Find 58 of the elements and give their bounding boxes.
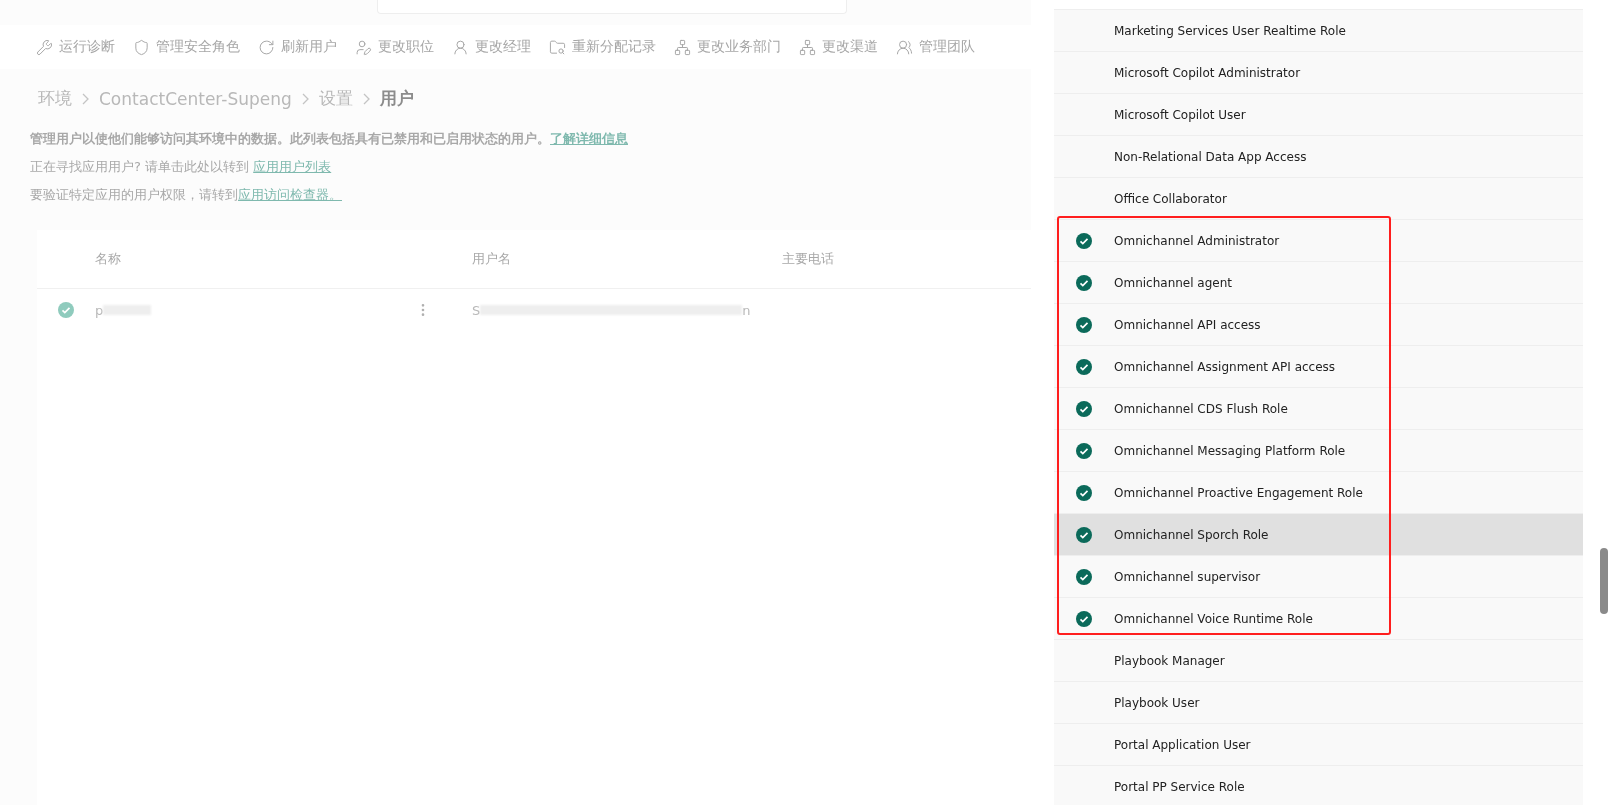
team-icon: [896, 38, 913, 56]
role-name: Portal PP Service Role: [1114, 779, 1245, 794]
hint-text: 正在寻找应用用户? 请单击此处以转到: [30, 158, 251, 176]
role-row[interactable]: Omnichannel API access: [1054, 304, 1583, 346]
role-name: Omnichannel supervisor: [1114, 569, 1261, 584]
role-row[interactable]: Playbook User: [1054, 682, 1583, 724]
role-row[interactable]: Omnichannel Sporch Role: [1054, 514, 1583, 556]
role-name: Playbook User: [1114, 695, 1200, 710]
user-login: n: [742, 302, 751, 318]
role-row[interactable]: Marketing Services User Realtime Role: [1054, 10, 1583, 52]
shield-icon: [133, 38, 150, 56]
role-row[interactable]: Portal PP Service Role: [1054, 766, 1583, 805]
chevron-icon: [362, 92, 370, 105]
role-row[interactable]: Omnichannel Messaging Platform Role: [1054, 430, 1583, 472]
breadcrumb-item: 用户: [379, 87, 414, 110]
role-name: Omnichannel CDS Flush Role: [1114, 401, 1288, 416]
role-row[interactable]: Office Collaborator: [1054, 178, 1583, 220]
role-row[interactable]: Omnichannel agent: [1054, 262, 1583, 304]
role-name: Non-Relational Data App Access: [1114, 149, 1307, 164]
role-row[interactable]: Omnichannel Administrator: [1054, 220, 1583, 262]
role-row[interactable]: Omnichannel Voice Runtime Role: [1054, 598, 1583, 640]
role-name: Playbook Manager: [1114, 653, 1225, 668]
role-row[interactable]: Omnichannel Proactive Engagement Role: [1054, 472, 1583, 514]
role-name: Omnichannel API access: [1114, 317, 1261, 332]
folder-search-icon: [549, 38, 566, 56]
hierarchy-icon: [799, 38, 816, 56]
chevron-icon: [301, 92, 309, 105]
refresh-icon: [258, 38, 275, 56]
role-name: Office Collaborator: [1114, 191, 1227, 206]
user-login: S: [472, 302, 481, 318]
user-icon: [452, 38, 469, 56]
role-name: Portal Application User: [1114, 737, 1251, 752]
role-name: Microsoft Copilot User: [1114, 107, 1246, 122]
role-row[interactable]: Non-Relational Data App Access: [1054, 136, 1583, 178]
wrench-icon: [36, 38, 53, 56]
role-name: Omnichannel agent: [1114, 275, 1233, 290]
role-row[interactable]: Portal Application User: [1054, 724, 1583, 766]
role-row[interactable]: Playbook Manager: [1054, 640, 1583, 682]
user-edit-icon: [355, 38, 372, 56]
scrollbar-thumb[interactable]: [1600, 548, 1608, 614]
role-name: Omnichannel Assignment API access: [1114, 359, 1336, 374]
role-row[interactable]: Omnichannel CDS Flush Role: [1054, 388, 1583, 430]
chevron-icon: [82, 92, 89, 105]
role-row[interactable]: Omnichannel supervisor: [1054, 556, 1583, 598]
user-name: p: [95, 302, 104, 318]
role-name: Marketing Services User Realtime Role: [1114, 23, 1346, 38]
role-name: Omnichannel Proactive Engagement Role: [1114, 485, 1363, 500]
hierarchy-icon: [674, 38, 691, 56]
role-name: Omnichannel Messaging Platform Role: [1114, 443, 1346, 458]
role-row[interactable]: Microsoft Copilot Administrator: [1054, 52, 1583, 94]
role-name: Omnichannel Voice Runtime Role: [1114, 611, 1313, 626]
role-name: Omnichannel Administrator: [1114, 233, 1280, 248]
role-row[interactable]: Omnichannel Assignment API access: [1054, 346, 1583, 388]
role-name: Omnichannel Sporch Role: [1114, 527, 1269, 542]
hint-text: 要验证特定应用的用户权限，请转到: [30, 186, 238, 204]
description-text: 管理用户以使他们能够访问其环境中的数据。此列表包括具有已禁用和已启用状态的用户。: [30, 130, 550, 148]
role-row[interactable]: Microsoft Copilot User: [1054, 94, 1583, 136]
role-name: Microsoft Copilot Administrator: [1114, 65, 1301, 80]
